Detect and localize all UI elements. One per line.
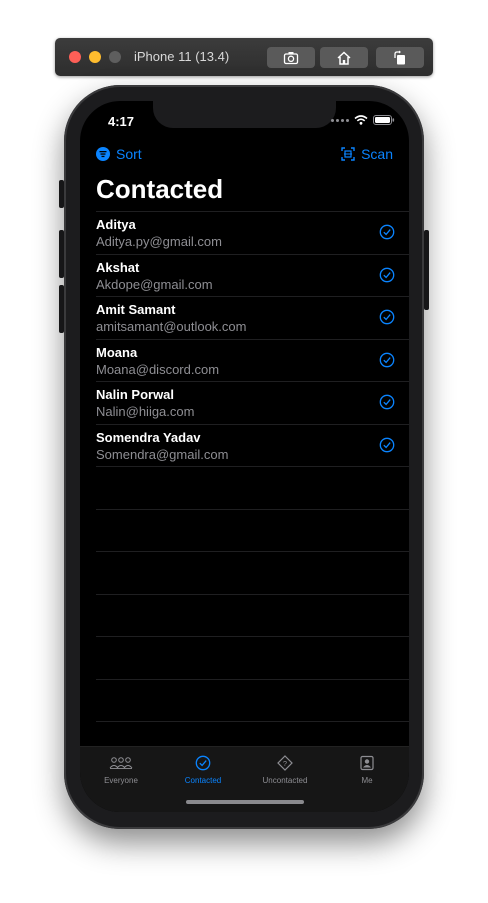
- zoom-window-button[interactable]: [109, 51, 121, 63]
- contact-row[interactable]: Moana Moana@discord.com: [96, 338, 409, 382]
- tab-label: Contacted: [184, 776, 222, 785]
- rotate-button[interactable]: [376, 47, 424, 68]
- contact-name: Aditya: [96, 217, 136, 232]
- contact-row[interactable]: Aditya Aditya.py@gmail.com: [96, 211, 409, 254]
- tab-uncontacted[interactable]: ? Uncontacted: [244, 755, 326, 785]
- question-diamond-icon: ?: [277, 755, 293, 771]
- battery-icon: [373, 115, 395, 125]
- contact-email: amitsamant@outlook.com: [96, 319, 247, 334]
- empty-row: [96, 508, 409, 552]
- checkmark-circle-icon[interactable]: [379, 309, 395, 325]
- rotate-icon: [394, 50, 405, 64]
- checkmark-circle-icon[interactable]: [379, 224, 395, 240]
- status-icons: [331, 115, 395, 125]
- status-time: 4:17: [108, 114, 135, 129]
- empty-row: [96, 636, 409, 679]
- wifi-icon: [354, 115, 368, 125]
- contact-name: Somendra Yadav: [96, 429, 201, 445]
- contact-email: Akdope@gmail.com: [96, 276, 213, 292]
- scan-icon: [341, 147, 355, 161]
- camera-icon: [283, 51, 299, 64]
- contact-email: Somendra@gmail.com: [96, 446, 229, 462]
- home-icon: [337, 50, 351, 65]
- empty-row: [96, 551, 409, 594]
- tab-label: Uncontacted: [262, 776, 308, 785]
- contact-row[interactable]: Amit Samant amitsamant@outlook.com: [96, 296, 409, 339]
- checkmark-circle-icon[interactable]: [379, 394, 395, 410]
- sort-button[interactable]: Sort: [96, 146, 142, 162]
- home-button[interactable]: [320, 47, 368, 68]
- contact-row[interactable]: Somendra Yadav Somendra@gmail.com: [96, 423, 409, 467]
- page-title: Contacted: [96, 174, 224, 204]
- contact-list: Aditya Aditya.py@gmail.com Akshat Akdope…: [96, 211, 409, 764]
- empty-row: [96, 678, 409, 722]
- tab-contacted[interactable]: Contacted: [162, 755, 244, 785]
- empty-row: [96, 593, 409, 637]
- contact-row[interactable]: Nalin Porwal Nalin@hiiga.com: [96, 381, 409, 424]
- empty-row: [96, 466, 409, 509]
- notch: [153, 101, 336, 128]
- simulator-title: iPhone 11 (13.4): [134, 49, 230, 64]
- sort-icon: [96, 147, 110, 161]
- svg-text:?: ?: [283, 759, 287, 768]
- tab-bar: Everyone Contacted ? Uncontacted Me: [80, 746, 409, 812]
- contact-name: Akshat: [96, 259, 140, 275]
- contact-row[interactable]: Akshat Akdope@gmail.com: [96, 253, 409, 297]
- power-button: [424, 230, 429, 310]
- scan-button[interactable]: Scan: [341, 146, 393, 162]
- people-icon: [109, 757, 133, 769]
- signal-icon: [331, 118, 349, 122]
- checkmark-circle-icon: [195, 755, 211, 771]
- checkmark-circle-icon[interactable]: [379, 267, 395, 283]
- minimize-window-button[interactable]: [89, 51, 101, 63]
- tab-everyone[interactable]: Everyone: [80, 755, 162, 785]
- screenshot-button[interactable]: [267, 47, 315, 68]
- contact-name: Moana: [96, 344, 138, 360]
- tab-me[interactable]: Me: [326, 755, 408, 785]
- contact-email: Nalin@hiiga.com: [96, 404, 195, 419]
- tab-label: Me: [361, 776, 373, 785]
- tab-label: Everyone: [104, 776, 138, 785]
- contact-name: Nalin Porwal: [96, 387, 175, 402]
- checkmark-circle-icon[interactable]: [379, 352, 395, 368]
- checkmark-circle-icon[interactable]: [379, 437, 395, 453]
- contact-email: Aditya.py@gmail.com: [96, 234, 222, 249]
- sort-label: Sort: [116, 146, 142, 162]
- contact-name: Amit Samant: [96, 302, 176, 317]
- home-indicator: [186, 800, 304, 804]
- contact-email: Moana@discord.com: [96, 361, 220, 377]
- phone-screen: 4:17 Sort Scan Contacted Aditya Aditya.p…: [80, 101, 409, 812]
- scan-label: Scan: [361, 146, 393, 162]
- simulator-toolbar: iPhone 11 (13.4): [55, 38, 433, 76]
- close-window-button[interactable]: [69, 51, 81, 63]
- person-square-icon: [360, 755, 374, 771]
